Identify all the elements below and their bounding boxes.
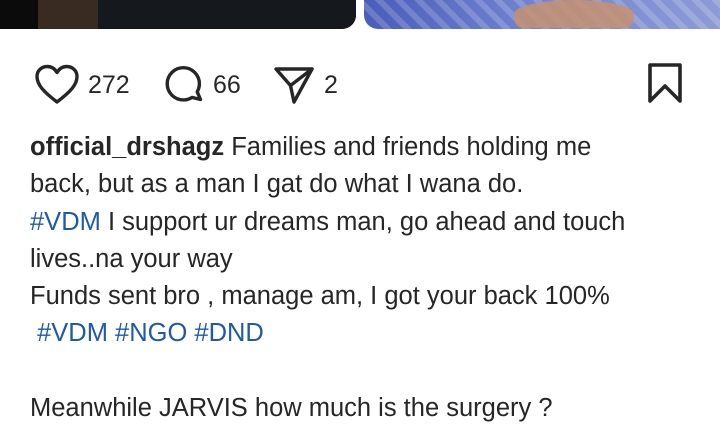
comment-button[interactable]: 66 [163,62,241,108]
post-media-strip [0,0,720,30]
likes-count[interactable]: 272 [88,71,130,100]
post-photo-right[interactable] [364,0,720,29]
like-button[interactable]: 272 [34,62,130,108]
share-icon [272,64,316,106]
caption-username[interactable]: official_drshagz [30,133,224,161]
caption-text: Families and friends holding me [231,133,592,161]
shares-count[interactable]: 2 [324,71,338,100]
heart-icon [34,64,80,106]
post-caption: official_drshagz Families and friends ho… [30,129,710,427]
hashtag-link[interactable]: #NGO [115,319,187,347]
caption-line-1: official_drshagz Families and friends ho… [30,129,710,166]
caption-line-8: Meanwhile JARVIS how much is the surgery… [30,394,553,423]
caption-line-4: lives..na your way [30,244,233,273]
caption-line-2: back, but as a man I gat do what I wana … [30,170,524,199]
caption-text: I support ur dreams man, go ahead and to… [107,207,626,236]
hashtag-link[interactable]: #DND [194,319,263,347]
post-photo-left[interactable] [0,0,356,29]
hashtag-link[interactable]: #VDM [37,319,108,347]
bookmark-icon [646,61,684,110]
share-button[interactable]: 2 [272,62,338,108]
caption-hashtags: #VDM #NGO #DND [30,315,710,352]
post-action-bar: 272 66 2 [0,62,720,108]
save-button[interactable] [646,62,684,108]
hashtag-link[interactable]: #VDM [30,208,101,236]
comment-icon [163,64,205,106]
caption-line-5: Funds sent bro , manage am, I got your b… [30,282,610,311]
caption-line-3: #VDM I support ur dreams man, go ahead a… [30,204,710,241]
comments-count[interactable]: 66 [213,71,241,100]
